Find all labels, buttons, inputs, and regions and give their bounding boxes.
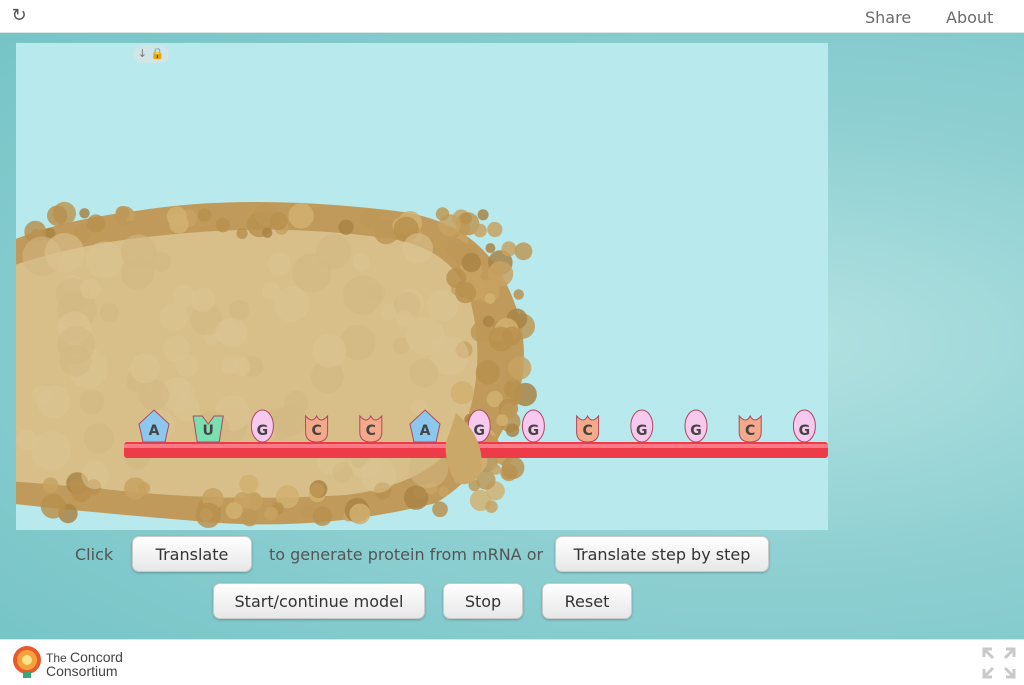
svg-text:G: G [528, 423, 540, 439]
bottom-bar: The Concord Consortium [0, 639, 1024, 685]
svg-text:C: C [582, 423, 592, 439]
instruction-text: to generate protein from mRNA or [269, 545, 544, 564]
svg-text:G: G [636, 423, 648, 439]
lock-toolbar[interactable]: ↓ 🔒 [133, 45, 169, 63]
model-drawing: AUGCCAGGCGGCG [16, 201, 828, 528]
fullscreen-icon[interactable] [982, 647, 1016, 679]
base-g: G [521, 409, 545, 443]
reset-button[interactable]: Reset [542, 583, 632, 619]
svg-text:A: A [420, 423, 431, 439]
click-text: Click [75, 545, 114, 564]
svg-text:U: U [203, 423, 214, 439]
base-c: C [305, 414, 329, 443]
svg-text:A: A [149, 423, 160, 439]
svg-text:C: C [366, 423, 376, 439]
translate-button[interactable]: Translate [132, 536, 252, 572]
concord-logo-icon[interactable] [10, 644, 44, 680]
share-link[interactable]: Share [865, 8, 911, 27]
svg-text:G: G [257, 423, 269, 439]
translate-step-button[interactable]: Translate step by step [555, 536, 769, 572]
top-bar: ↻ Share About [0, 0, 1024, 33]
base-g: G [630, 409, 654, 443]
base-g: G [684, 409, 708, 443]
svg-text:C: C [745, 423, 755, 439]
reload-icon[interactable]: ↻ [10, 7, 28, 25]
translate-row: Click Translate to generate protein from… [0, 536, 1024, 576]
base-c: C [576, 414, 600, 443]
base-g: G [792, 409, 816, 443]
svg-text:C: C [311, 423, 321, 439]
about-link[interactable]: About [946, 8, 993, 27]
stop-button[interactable]: Stop [443, 583, 523, 619]
start-continue-button[interactable]: Start/continue model [213, 583, 425, 619]
svg-text:G: G [799, 423, 811, 439]
model-canvas[interactable]: AUGCCAGGCGGCG ↓ 🔒 [16, 43, 828, 530]
logo-consortium[interactable]: Consortium [46, 663, 118, 679]
svg-text:G: G [690, 423, 702, 439]
base-c: C [738, 414, 762, 443]
base-c: C [359, 414, 383, 443]
base-g: G [250, 409, 274, 443]
lock-icon[interactable]: ↓ 🔒 [138, 47, 164, 60]
